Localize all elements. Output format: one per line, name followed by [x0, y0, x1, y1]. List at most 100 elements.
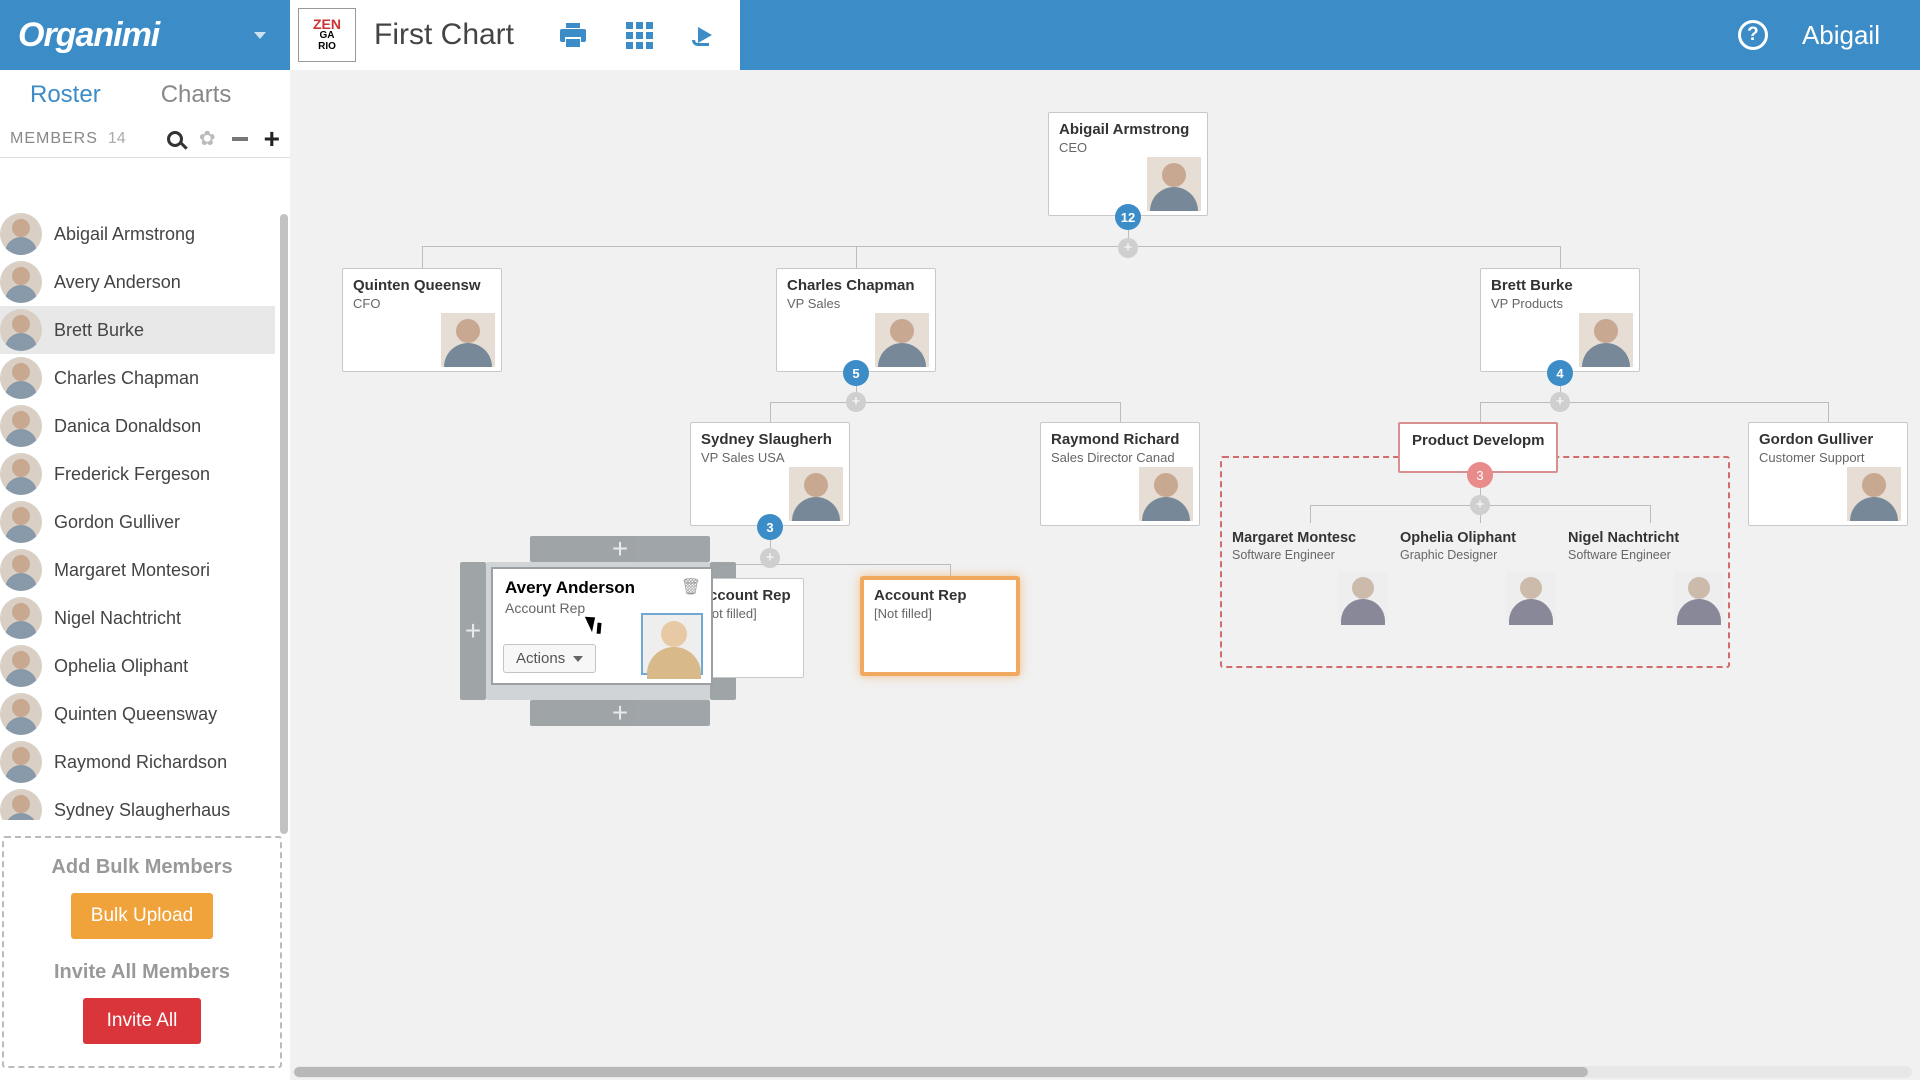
node-name: Quinten Queensw: [343, 269, 501, 294]
org-node-acct-rep-1[interactable]: ccount Rep lot filled]: [704, 578, 804, 678]
help-icon[interactable]: ?: [1738, 20, 1768, 50]
invite-all-title: Invite All Members: [14, 961, 270, 984]
node-name: Ophelia Oliphant: [1400, 530, 1558, 546]
org-node-ceo[interactable]: Abigail Armstrong CEO: [1048, 112, 1208, 216]
chart-title[interactable]: First Chart: [374, 18, 530, 52]
org-node-vpsales[interactable]: Charles Chapman VP Sales: [776, 268, 936, 372]
avatar: [1139, 467, 1193, 521]
bulk-upload-button[interactable]: Bulk Upload: [71, 893, 213, 939]
node-role: [Not filled]: [864, 604, 1016, 621]
group-name: Product Developm: [1412, 432, 1544, 449]
avatar: [0, 453, 42, 495]
roster-item[interactable]: Danica Donaldson: [0, 402, 275, 450]
avatar: [0, 741, 42, 783]
avatar: [1506, 572, 1556, 622]
avatar: [0, 309, 42, 351]
collapse-icon[interactable]: [232, 137, 248, 141]
roster-item[interactable]: Abigail Armstrong: [0, 210, 275, 258]
avatar: [0, 693, 42, 735]
avatar: [1147, 157, 1201, 211]
node-role: Sales Director Canad: [1041, 448, 1199, 465]
search-icon[interactable]: [167, 131, 183, 147]
tab-charts[interactable]: Charts: [131, 70, 262, 120]
child-count-badge[interactable]: 5: [843, 360, 869, 386]
org-node-custsupport[interactable]: Gordon Gulliver Customer Support: [1748, 422, 1908, 526]
roster-item[interactable]: Nigel Nachtricht: [0, 594, 275, 642]
org-node-eng3[interactable]: Nigel Nachtricht Software Engineer: [1568, 530, 1726, 622]
roster-item[interactable]: Charles Chapman: [0, 354, 275, 402]
org-logo[interactable]: ZEN GA RIO: [298, 8, 356, 62]
roster-item[interactable]: Frederick Fergeson: [0, 450, 275, 498]
plus-icon: +: [465, 615, 481, 647]
actions-dropdown[interactable]: Actions: [503, 644, 596, 673]
drop-target-top[interactable]: +: [530, 536, 710, 562]
gear-icon[interactable]: ✿: [199, 126, 216, 151]
members-count: 14: [108, 130, 126, 148]
add-child-icon[interactable]: +: [760, 548, 780, 568]
node-name: ccount Rep: [705, 579, 803, 604]
org-node-acct-rep-2[interactable]: Account Rep [Not filled]: [860, 576, 1020, 676]
drop-target-left[interactable]: +: [460, 562, 486, 700]
node-name: Abigail Armstrong: [1049, 113, 1207, 138]
invite-all-button[interactable]: Invite All: [83, 998, 202, 1044]
brand-logo: Organimi: [18, 16, 159, 55]
plus-icon: +: [612, 533, 628, 565]
org-node-vpproducts[interactable]: Brett Burke VP Products: [1480, 268, 1640, 372]
avatar: [441, 313, 495, 367]
node-role: CEO: [1049, 138, 1207, 155]
roster-list[interactable]: Abigail Armstrong Avery Anderson Brett B…: [0, 210, 275, 820]
group-count-badge[interactable]: 3: [1467, 462, 1493, 488]
node-role: VP Sales USA: [691, 448, 849, 465]
org-node-eng1[interactable]: Margaret Montesc Software Engineer: [1232, 530, 1390, 622]
trash-icon[interactable]: 🗑: [681, 577, 701, 597]
connector: [1120, 402, 1121, 422]
print-icon[interactable]: [560, 22, 586, 48]
roster-item[interactable]: Ophelia Oliphant: [0, 642, 275, 690]
plus-icon: +: [612, 697, 628, 729]
user-menu[interactable]: Abigail: [1802, 20, 1880, 51]
roster-item[interactable]: Brett Burke: [0, 306, 275, 354]
child-count-badge[interactable]: 4: [1547, 360, 1573, 386]
connector: [1480, 402, 1481, 422]
child-count-badge[interactable]: 3: [757, 514, 783, 540]
add-child-icon[interactable]: +: [846, 392, 866, 412]
roster-item[interactable]: Margaret Montesori: [0, 546, 275, 594]
org-node-salesdir[interactable]: Raymond Richard Sales Director Canad: [1040, 422, 1200, 526]
node-role: CFO: [343, 294, 501, 311]
node-name: Sydney Slaugherh: [691, 423, 849, 448]
add-child-icon[interactable]: +: [1550, 392, 1570, 412]
roster-item[interactable]: Gordon Gulliver: [0, 498, 275, 546]
top-right: ? Abigail: [1738, 0, 1920, 70]
avatar: [1579, 313, 1633, 367]
add-bulk-title: Add Bulk Members: [14, 856, 270, 879]
title-section: ZEN GA RIO First Chart: [290, 0, 740, 70]
grid-icon[interactable]: [626, 22, 652, 48]
roster-item[interactable]: Quinten Queensway: [0, 690, 275, 738]
child-count-badge[interactable]: 12: [1115, 204, 1141, 230]
add-child-icon[interactable]: +: [1118, 238, 1138, 258]
avatar: [0, 789, 42, 820]
share-icon[interactable]: [692, 22, 718, 48]
connector: [770, 402, 1120, 403]
drop-target-bottom[interactable]: +: [530, 700, 710, 726]
org-node-vpsales-usa[interactable]: Sydney Slaugherh VP Sales USA: [690, 422, 850, 526]
org-chart-canvas[interactable]: Abigail Armstrong CEO 12 + Quinten Queen…: [290, 70, 1920, 1066]
org-node-eng2[interactable]: Ophelia Oliphant Graphic Designer: [1400, 530, 1558, 622]
roster-item[interactable]: Avery Anderson: [0, 258, 275, 306]
roster-item[interactable]: Raymond Richardson: [0, 738, 275, 786]
node-role: lot filled]: [705, 604, 803, 621]
roster-scrollbar[interactable]: [278, 214, 290, 834]
avatar: [1674, 572, 1724, 622]
org-node-cfo[interactable]: Quinten Queensw CFO: [342, 268, 502, 372]
add-member-icon[interactable]: +: [264, 131, 280, 147]
canvas-h-scrollbar[interactable]: [294, 1066, 1912, 1078]
org-node-dragging[interactable]: Avery Anderson Account Rep 🗑 Actions: [492, 568, 712, 684]
node-name: Brett Burke: [1481, 269, 1639, 294]
add-child-icon[interactable]: +: [1470, 495, 1490, 515]
connector: [770, 402, 771, 422]
bulk-panel: Add Bulk Members Bulk Upload Invite All …: [2, 836, 282, 1068]
roster-item[interactable]: Sydney Slaugherhaus: [0, 786, 275, 820]
tab-roster[interactable]: Roster: [0, 70, 131, 120]
members-header: MEMBERS 14 ✿ +: [0, 120, 290, 158]
brand-dropdown[interactable]: Organimi: [0, 0, 290, 70]
